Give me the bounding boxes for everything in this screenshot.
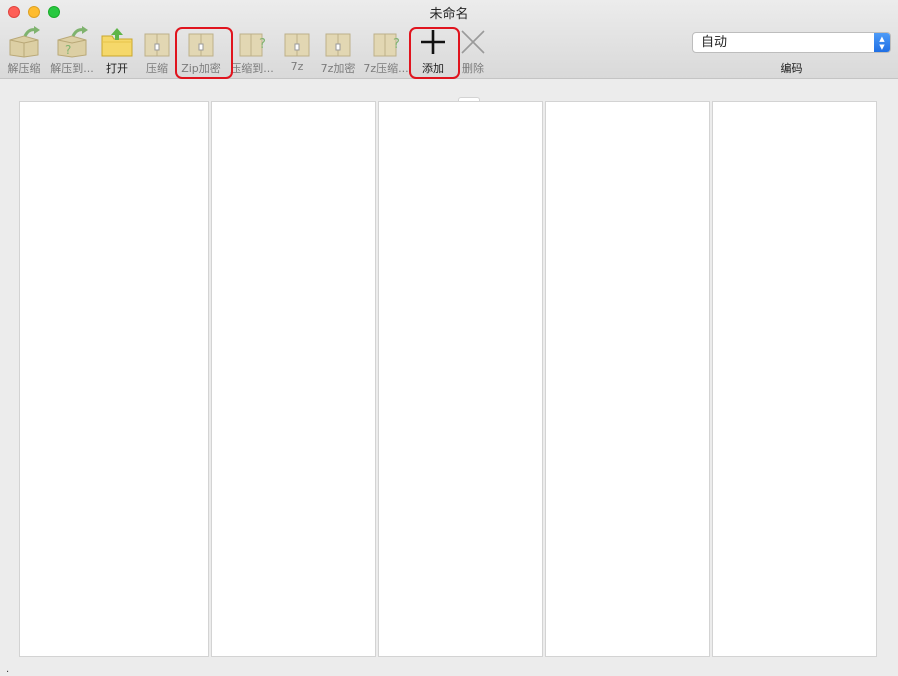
delete-label: 删除 xyxy=(462,62,484,75)
svg-text:?: ? xyxy=(393,37,400,52)
browser-column-5[interactable] xyxy=(712,101,877,657)
status-indicator: . xyxy=(6,664,10,675)
7z-encrypt-label: 7z加密 xyxy=(320,62,356,75)
archive-compress-icon xyxy=(140,26,174,58)
app-window: 未命名 解压缩 ? 解压到... 打开 压缩 Zip加密 ? 压缩到... 7z… xyxy=(0,0,898,676)
extract-to-label: 解压到... xyxy=(50,62,94,75)
7z-button[interactable]: 7z xyxy=(280,26,314,76)
7z-compress-button[interactable]: ? 7z压缩... xyxy=(362,26,410,76)
x-delete-icon xyxy=(456,26,490,58)
plus-icon xyxy=(416,26,450,58)
archive-zip-encrypt-icon xyxy=(184,26,218,58)
box-extract-to-icon: ? xyxy=(55,26,89,58)
select-arrows-icon: ▲ ▼ xyxy=(874,33,890,52)
7z-compress-label: 7z压缩... xyxy=(363,62,409,75)
box-extract-icon xyxy=(7,26,41,58)
compress-to-button[interactable]: ? 压缩到... xyxy=(228,26,276,76)
archive-compress-to-icon: ? xyxy=(235,26,269,58)
7z-label: 7z xyxy=(290,60,304,73)
zip-encrypt-label: Zip加密 xyxy=(181,62,221,75)
encoding-label: 编码 xyxy=(780,62,803,75)
archive-7z-encrypt-icon xyxy=(321,26,355,58)
browser-column-4[interactable] xyxy=(545,101,710,657)
svg-text:?: ? xyxy=(65,43,71,57)
encoding-select[interactable]: 自动 ▲ ▼ xyxy=(692,32,891,53)
open-label: 打开 xyxy=(106,62,128,75)
window-title: 未命名 xyxy=(429,7,469,22)
browser-column-3[interactable] xyxy=(378,101,543,657)
7z-encrypt-button[interactable]: 7z加密 xyxy=(318,26,358,76)
folder-open-icon xyxy=(100,26,134,58)
delete-button[interactable]: 删除 xyxy=(456,26,490,76)
extract-to-button[interactable]: ? 解压到... xyxy=(48,26,96,76)
compress-button[interactable]: 压缩 xyxy=(140,26,174,76)
encoding-value: 自动 xyxy=(701,35,728,50)
add-label: 添加 xyxy=(422,62,444,75)
add-button[interactable]: 添加 xyxy=(414,26,452,76)
archive-7z-compress-icon: ? xyxy=(369,26,403,58)
compress-to-label: 压缩到... xyxy=(230,62,274,75)
titlebar-toolbar: 未命名 解压缩 ? 解压到... 打开 压缩 Zip加密 ? 压缩到... 7z… xyxy=(0,0,898,79)
svg-text:?: ? xyxy=(259,37,266,52)
compress-label: 压缩 xyxy=(146,62,168,75)
archive-7z-icon xyxy=(280,26,314,58)
open-button[interactable]: 打开 xyxy=(100,26,134,76)
zip-encrypt-button[interactable]: Zip加密 xyxy=(179,26,223,76)
browser-column-2[interactable] xyxy=(211,101,376,657)
browser-column-1[interactable] xyxy=(19,101,209,657)
extract-button[interactable]: 解压缩 xyxy=(4,26,44,76)
extract-label: 解压缩 xyxy=(7,62,41,75)
